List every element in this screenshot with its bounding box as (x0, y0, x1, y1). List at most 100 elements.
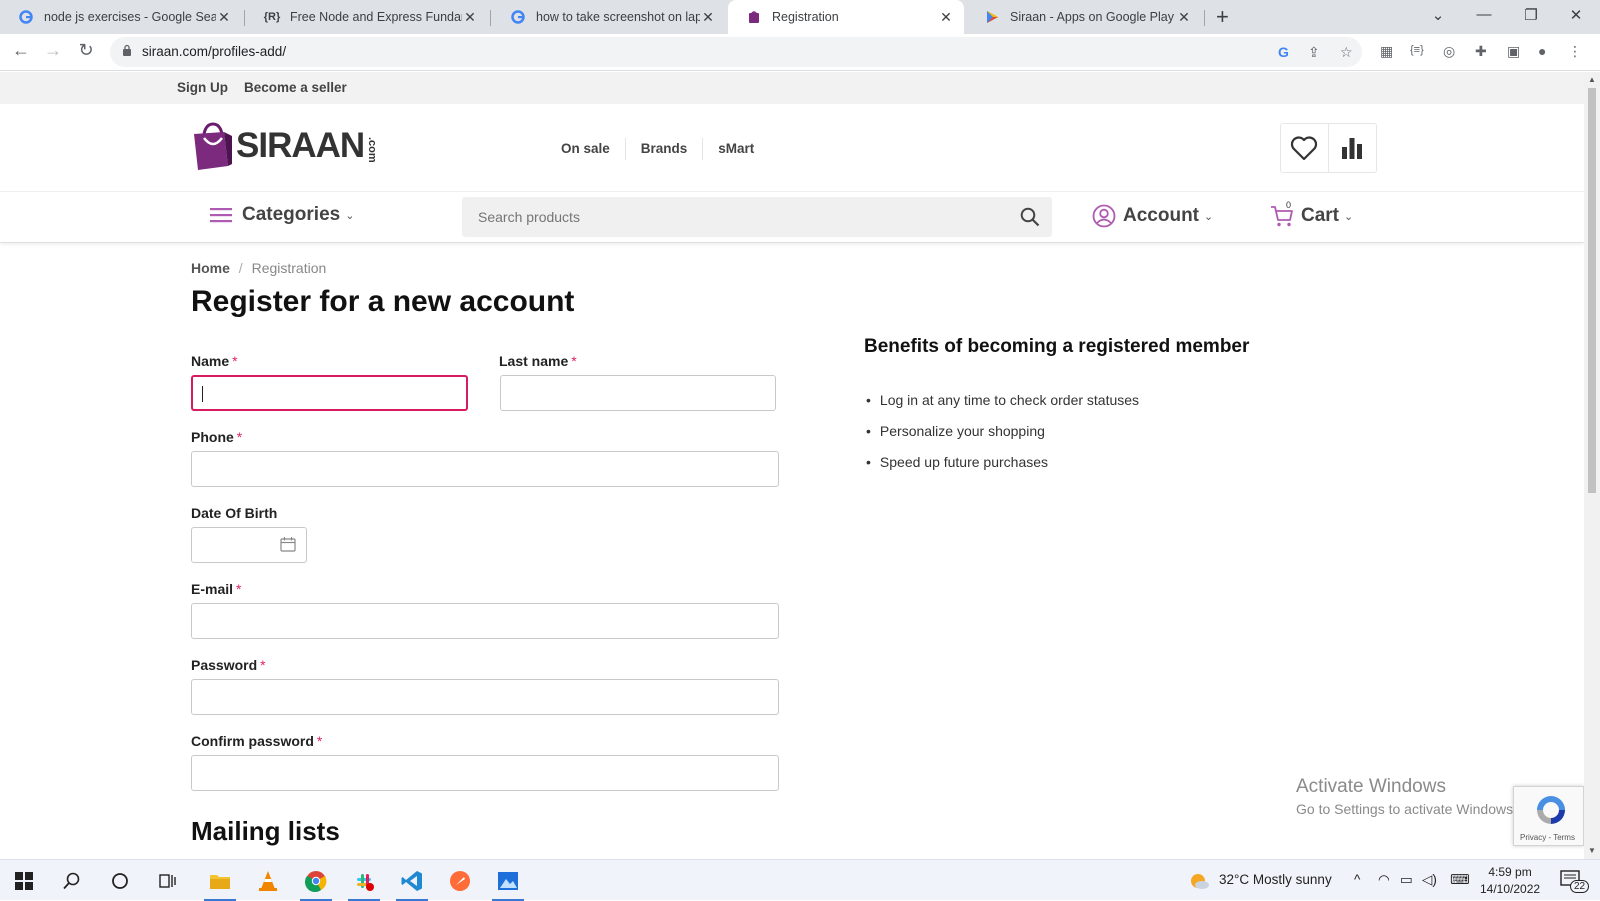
nav-on-sale[interactable]: On sale (546, 138, 626, 160)
name-label: Name * (191, 353, 238, 369)
required-mark: * (232, 353, 238, 369)
browser-tab-active[interactable]: Registration ✕ (728, 0, 964, 34)
confirm-password-field[interactable] (191, 755, 779, 791)
breadcrumb-home[interactable]: Home (191, 260, 230, 276)
weather-sun-icon[interactable] (1188, 870, 1210, 892)
search-icon[interactable] (1020, 207, 1040, 227)
activate-subtitle: Go to Settings to activate Windows. (1296, 801, 1517, 817)
search-input[interactable] (462, 197, 1002, 237)
calendar-icon[interactable] (280, 536, 296, 552)
phone-field[interactable] (191, 451, 779, 487)
close-icon[interactable]: ✕ (938, 9, 954, 26)
profile-icon[interactable]: ● (1538, 43, 1546, 59)
vlc-icon[interactable] (244, 860, 292, 901)
label-text: Password (191, 657, 258, 673)
browser-tab[interactable]: node js exercises - Google Search ✕ (0, 0, 242, 34)
label-text: Date Of Birth (191, 505, 278, 521)
lastname-field[interactable] (500, 375, 776, 411)
windows-start-icon[interactable] (0, 860, 48, 901)
chrome-icon[interactable] (292, 860, 340, 901)
compare-button[interactable] (1329, 124, 1377, 172)
browser-tab[interactable]: how to take screenshot on laptop ✕ (492, 0, 726, 34)
user-icon (1092, 204, 1116, 228)
r-brace-icon: {R} (263, 11, 281, 23)
clock-time: 4:59 pm (1488, 865, 1532, 879)
confirm-password-input[interactable] (192, 756, 778, 790)
cortana-icon[interactable] (96, 860, 144, 901)
keyboard-icon[interactable]: ⌨ (1450, 872, 1470, 888)
close-icon[interactable]: ✕ (216, 9, 232, 26)
photos-icon[interactable] (484, 860, 532, 901)
scroll-down-icon[interactable]: ▼ (1588, 846, 1596, 855)
chevron-up-icon[interactable]: ^ (1354, 872, 1360, 887)
browser-tab[interactable]: Siraan - Apps on Google Play ✕ (966, 0, 1202, 34)
browser-tab[interactable]: {R} Free Node and Express Fundamentals ✕ (246, 0, 488, 34)
weather-text[interactable]: 32°C Mostly sunny (1219, 872, 1332, 887)
browser-toolbar: ← → ↻ siraan.com/profiles-add/ G ⇪ ☆ ▦ {… (0, 34, 1600, 71)
task-view-icon[interactable] (144, 860, 192, 901)
list-item: Log in at any time to check order status… (864, 392, 1139, 423)
extension-icon[interactable]: ◎ (1443, 43, 1455, 60)
volume-icon[interactable]: ◁) (1422, 872, 1437, 888)
extension-icon[interactable]: ▦ (1380, 43, 1393, 60)
tab-search-icon[interactable]: ⌄ (1428, 6, 1448, 24)
password-field[interactable] (191, 679, 779, 715)
email-input[interactable] (192, 604, 778, 638)
windows-taskbar: 32°C Mostly sunny ^ ◠ ▭ ◁) ⌨ 4:59 pm 14/… (0, 859, 1600, 901)
forward-icon[interactable]: → (42, 40, 64, 61)
nav-smart[interactable]: sMart (703, 138, 769, 160)
recaptcha-terms[interactable]: Privacy - Terms (1520, 833, 1575, 842)
wifi-icon[interactable]: ◠ (1378, 872, 1390, 888)
close-icon[interactable]: ✕ (1176, 9, 1192, 26)
minimize-icon[interactable]: — (1474, 6, 1494, 23)
close-icon[interactable]: ✕ (462, 9, 478, 26)
name-field[interactable] (191, 375, 468, 411)
file-explorer-icon[interactable] (196, 860, 244, 901)
signup-link[interactable]: Sign Up (177, 80, 228, 95)
json-extension-icon[interactable]: {≡} (1410, 44, 1424, 56)
browser-tabstrip: node js exercises - Google Search ✕ {R} … (0, 0, 1600, 34)
become-seller-link[interactable]: Become a seller (244, 80, 347, 95)
lastname-input[interactable] (501, 376, 775, 410)
address-bar[interactable]: siraan.com/profiles-add/ G ⇪ ☆ (110, 37, 1362, 67)
dob-field[interactable] (191, 527, 307, 563)
google-lens-icon[interactable]: G (1278, 44, 1289, 60)
slack-icon[interactable] (340, 860, 388, 901)
window-close-icon[interactable]: ✕ (1566, 6, 1586, 24)
activate-title: Activate Windows (1296, 776, 1446, 797)
side-panel-icon[interactable]: ▣ (1507, 43, 1520, 60)
lastname-label: Last name * (499, 353, 577, 369)
wishlist-button[interactable] (1281, 124, 1329, 172)
menu-icon[interactable]: ⋮ (1568, 43, 1582, 60)
email-field[interactable] (191, 603, 779, 639)
list-item: Speed up future purchases (864, 454, 1139, 485)
new-tab-button[interactable]: + (1216, 5, 1229, 29)
name-input[interactable] (193, 377, 466, 409)
puzzle-icon[interactable]: ✚ (1475, 43, 1487, 60)
nav-brands[interactable]: Brands (626, 138, 704, 160)
reload-icon[interactable]: ↻ (75, 40, 97, 61)
scroll-up-icon[interactable]: ▲ (1588, 75, 1596, 84)
phone-input[interactable] (192, 452, 778, 486)
required-mark: * (316, 733, 323, 749)
restore-icon[interactable]: ❐ (1521, 6, 1541, 24)
tab-title: node js exercises - Google Search (44, 10, 216, 24)
vscode-icon[interactable] (388, 860, 436, 901)
site-logo[interactable]: SIRAAN .com (192, 122, 378, 170)
close-icon[interactable]: ✕ (700, 9, 716, 26)
back-icon[interactable]: ← (10, 40, 32, 61)
battery-icon[interactable]: ▭ (1400, 872, 1413, 888)
system-clock[interactable]: 4:59 pm 14/10/2022 (1480, 864, 1540, 898)
recaptcha-badge[interactable]: Privacy - Terms (1513, 786, 1584, 846)
cart-menu[interactable]: 0 Cart ⌄ (1270, 200, 1353, 228)
account-menu[interactable]: Account ⌄ (1092, 204, 1213, 228)
postman-icon[interactable] (436, 860, 484, 901)
scrollbar-thumb[interactable] (1588, 88, 1596, 493)
notification-count: 22 (1570, 880, 1590, 893)
share-icon[interactable]: ⇪ (1308, 44, 1320, 61)
page-scrollbar[interactable]: ▲ ▼ (1584, 72, 1600, 859)
password-input[interactable] (192, 680, 778, 714)
bookmark-star-icon[interactable]: ☆ (1340, 44, 1353, 61)
categories-menu[interactable]: Categories ⌄ (210, 204, 354, 226)
search-icon[interactable] (48, 860, 96, 901)
